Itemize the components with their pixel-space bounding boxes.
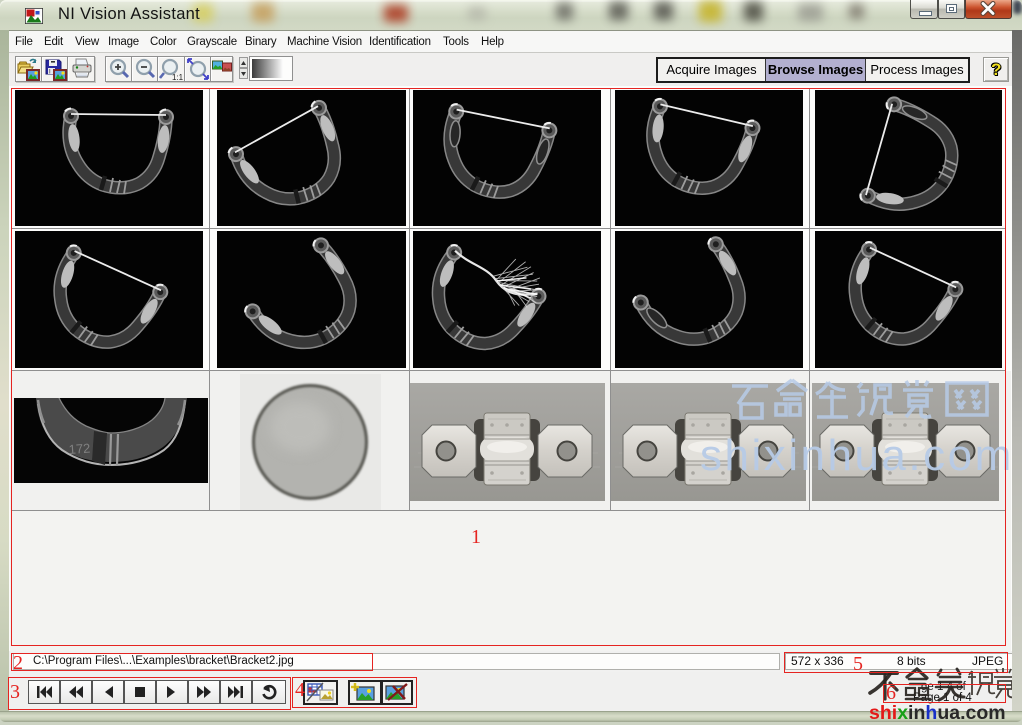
svg-text:1:1: 1:1 [172, 73, 184, 82]
